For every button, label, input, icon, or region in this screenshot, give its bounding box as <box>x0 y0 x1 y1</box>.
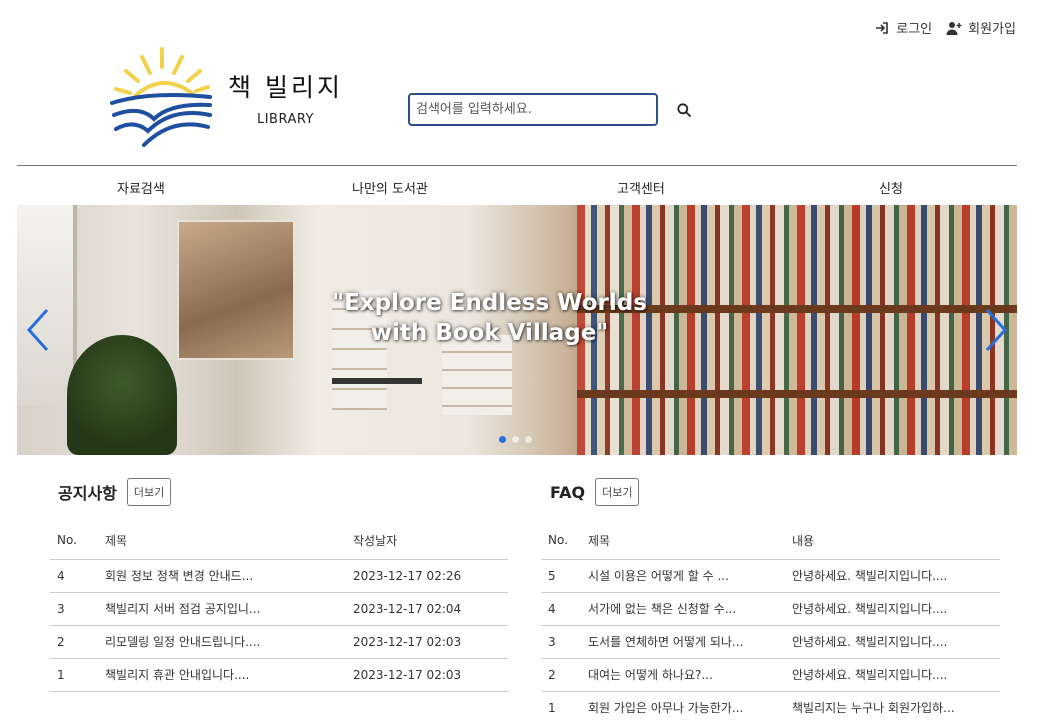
login-icon <box>876 21 889 34</box>
banner-caption-line: "Explore Endless Worlds <box>332 290 647 316</box>
logo-text: 책 빌리지 LIBRARY <box>228 68 343 127</box>
row-title-link[interactable]: 회원 정보 정책 변경 안내드... <box>98 559 346 593</box>
row-title-link[interactable]: 시설 이용은 어떻게 할 수 ... <box>581 559 785 593</box>
table-row[interactable]: 2 리모델링 일정 안내드립니다.... 2023-12-17 02:03 <box>50 625 508 659</box>
row-number: 1 <box>50 658 98 692</box>
faq-table: No. 제목 내용 5 시설 이용은 어떻게 할 수 ... 안녕하세요. 책빌… <box>541 522 1000 724</box>
row-number: 2 <box>50 625 98 659</box>
notice-more-button[interactable]: 더보기 <box>126 478 172 506</box>
nav-item-my-library[interactable]: 나만의 도서관 <box>352 178 428 197</box>
notice-board: 공지사항 더보기 No. 제목 작성날자 4 회원 정보 정책 변경 안내드..… <box>50 478 508 692</box>
banner-table-image <box>332 378 422 384</box>
row-content: 안녕하세요. 책빌리지입니다.... <box>785 559 1000 593</box>
carousel-dot[interactable] <box>512 436 519 443</box>
nav-item-customer-center[interactable]: 고객센터 <box>617 178 665 197</box>
login-link[interactable]: 로그인 <box>874 18 932 37</box>
carousel-prev-arrow-icon[interactable] <box>25 308 51 352</box>
column-header: 작성날자 <box>346 522 508 560</box>
search-icon <box>677 102 691 117</box>
table-row[interactable]: 5 시설 이용은 어떻게 할 수 ... 안녕하세요. 책빌리지입니다.... <box>541 559 1000 593</box>
search-button[interactable] <box>674 100 694 120</box>
table-row[interactable]: 2 대여는 어떻게 하나요?... 안녕하세요. 책빌리지입니다.... <box>541 658 1000 692</box>
faq-title: FAQ <box>550 482 586 502</box>
shelf-divider <box>577 390 1017 398</box>
notice-title: 공지사항 <box>58 484 117 503</box>
table-row[interactable]: 1 책빌리지 휴관 안내입니다.... 2023-12-17 02:03 <box>50 658 508 692</box>
carousel-dot[interactable] <box>499 436 506 443</box>
row-number: 2 <box>541 658 581 692</box>
table-row[interactable]: 1 회원 가입은 아무나 가능한가... 책빌리지는 누구나 회원가입하... <box>541 691 1000 724</box>
column-header: 내용 <box>785 522 1000 560</box>
row-date: 2023-12-17 02:03 <box>346 658 508 692</box>
table-row[interactable]: 4 서가에 없는 책은 신청할 수... 안녕하세요. 책빌리지입니다.... <box>541 592 1000 626</box>
row-number: 4 <box>541 592 581 626</box>
row-content: 안녕하세요. 책빌리지입니다.... <box>785 658 1000 692</box>
table-row[interactable]: 4 회원 정보 정책 변경 안내드... 2023-12-17 02:26 <box>50 559 508 593</box>
row-title-link[interactable]: 책빌리지 서버 점검 공지입니... <box>98 592 346 626</box>
row-date: 2023-12-17 02:03 <box>346 625 508 659</box>
faq-board: FAQ 더보기 No. 제목 내용 5 시설 이용은 어떻게 할 수 ... 안… <box>541 478 1000 724</box>
row-title-link[interactable]: 도서를 연체하면 어떻게 되나... <box>581 625 785 659</box>
faq-more-button[interactable]: 더보기 <box>595 478 640 506</box>
row-title-link[interactable]: 리모델링 일정 안내드립니다.... <box>98 625 346 659</box>
top-utility-bar: 로그인 회원가입 <box>874 18 1016 37</box>
table-row[interactable]: 3 책빌리지 서버 점검 공지입니... 2023-12-17 02:04 <box>50 592 508 626</box>
row-content: 안녕하세요. 책빌리지입니다.... <box>785 592 1000 626</box>
notice-header: 공지사항 더보기 <box>58 478 508 506</box>
row-number: 3 <box>541 625 581 659</box>
banner-caption: "Explore Endless Worlds with Book Villag… <box>317 288 662 348</box>
carousel-dot[interactable] <box>525 436 532 443</box>
row-date: 2023-12-17 02:04 <box>346 592 508 626</box>
row-content: 책빌리지는 누구나 회원가입하... <box>785 691 1000 724</box>
row-title-link[interactable]: 책빌리지 휴관 안내입니다.... <box>98 658 346 692</box>
faq-header: FAQ 더보기 <box>550 478 1000 506</box>
banner-plant-image <box>67 335 177 455</box>
table-header-row: No. 제목 내용 <box>541 522 1000 560</box>
login-label: 로그인 <box>896 22 933 37</box>
sunrise-logo-icon <box>110 47 212 147</box>
search-input[interactable] <box>408 93 658 126</box>
column-header: No. <box>50 522 98 560</box>
carousel-next-arrow-icon[interactable] <box>983 308 1009 352</box>
user-plus-icon <box>946 21 962 35</box>
row-content: 안녕하세요. 책빌리지입니다.... <box>785 625 1000 659</box>
row-date: 2023-12-17 02:26 <box>346 559 508 593</box>
row-number: 3 <box>50 592 98 626</box>
column-header: No. <box>541 522 581 560</box>
carousel-indicators <box>499 436 532 443</box>
row-title-link[interactable]: 서가에 없는 책은 신청할 수... <box>581 592 785 626</box>
table-header-row: No. 제목 작성날자 <box>50 522 508 560</box>
site-logo[interactable]: 책 빌리지 LIBRARY <box>110 45 343 149</box>
column-header: 제목 <box>581 522 785 560</box>
row-title-link[interactable]: 회원 가입은 아무나 가능한가... <box>581 691 785 724</box>
row-title-link[interactable]: 대여는 어떻게 하나요?... <box>581 658 785 692</box>
main-nav: 자료검색 나만의 도서관 고객센터 신청 <box>17 165 1017 205</box>
table-row[interactable]: 3 도서를 연체하면 어떻게 되나... 안녕하세요. 책빌리지입니다.... <box>541 625 1000 659</box>
signup-label: 회원가입 <box>968 22 1016 37</box>
banner-window-image <box>17 205 77 405</box>
search-bar <box>408 93 694 126</box>
hero-carousel: "Explore Endless Worlds with Book Villag… <box>17 205 1017 455</box>
logo-title: 책 빌리지 <box>228 72 343 102</box>
column-header: 제목 <box>98 522 346 560</box>
row-number: 5 <box>541 559 581 593</box>
row-number: 4 <box>50 559 98 593</box>
signup-link[interactable]: 회원가입 <box>946 18 1016 37</box>
row-number: 1 <box>541 691 581 724</box>
banner-painting-image <box>177 220 295 360</box>
nav-item-request[interactable]: 신청 <box>879 178 903 197</box>
banner-caption-line: with Book Village" <box>370 320 609 346</box>
logo-subtitle: LIBRARY <box>256 111 314 127</box>
nav-item-search[interactable]: 자료검색 <box>117 178 165 197</box>
notice-table: No. 제목 작성날자 4 회원 정보 정책 변경 안내드... 2023-12… <box>50 522 508 692</box>
